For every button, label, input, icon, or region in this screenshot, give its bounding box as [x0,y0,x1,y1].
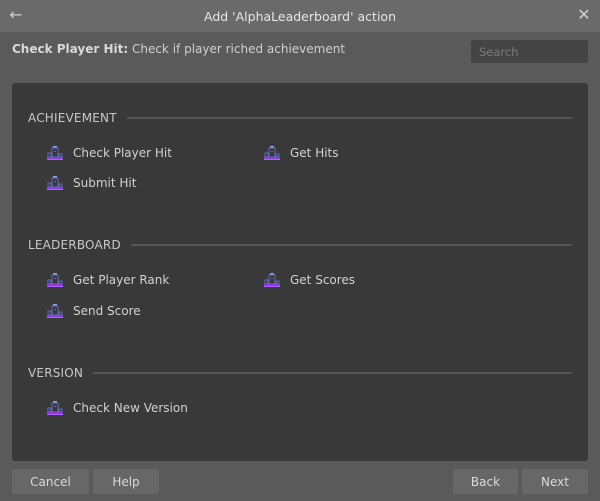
action-item-submit-hit[interactable]: Submit Hit [46,175,136,191]
leaderboard-podium-icon [263,145,281,161]
cancel-button[interactable]: Cancel [12,469,89,494]
leaderboard-podium-icon [46,400,64,416]
action-item-label: Submit Hit [73,176,137,190]
action-item-label: Check Player Hit [73,146,172,160]
section-header-achievement: ACHIEVEMENT [28,111,572,125]
leaderboard-podium-icon [263,272,281,288]
section-divider [93,372,572,374]
section-title: VERSION [28,366,84,380]
section-header-leaderboard: LEADERBOARD [28,238,572,252]
action-item-label: Get Player Rank [73,273,170,287]
action-description-text: Check if player riched achievement [128,42,346,56]
action-name: Check Player Hit: [12,42,129,56]
help-button[interactable]: Help [93,469,159,494]
action-description: Check Player Hit: Check if player riched… [12,42,345,56]
leaderboard-podium-icon [46,145,64,161]
action-item-check-player-hit[interactable]: Check Player Hit [46,145,172,161]
section-divider [130,244,572,246]
dialog-title: Add 'AlphaLeaderboard' action [204,8,396,24]
action-item-label: Get Scores [290,273,356,287]
section-title: LEADERBOARD [28,238,121,252]
leaderboard-podium-icon [46,175,64,191]
action-item-get-player-rank[interactable]: Get Player Rank [46,272,169,288]
back-button[interactable]: Back [453,469,518,494]
action-item-label: Check New Version [73,401,188,415]
action-item-get-scores[interactable]: Get Scores [263,272,355,288]
action-item-label: Get Hits [290,146,339,160]
close-button[interactable]: ✕ [574,5,594,25]
section-title: ACHIEVEMENT [28,111,117,125]
actions-panel: ACHIEVEMENT Check Player Hit Get Hits Su… [12,83,588,461]
action-item-send-score[interactable]: Send Score [46,303,141,319]
close-icon: ✕ [577,5,591,24]
dialog-titlebar: ← Add 'AlphaLeaderboard' action ✕ [0,0,600,32]
action-item-check-new-version[interactable]: Check New Version [46,400,188,416]
action-item-label: Send Score [73,304,141,318]
action-item-get-hits[interactable]: Get Hits [263,145,339,161]
section-divider [126,117,572,119]
section-header-version: VERSION [28,366,572,380]
arrow-left-icon: ← [9,5,23,24]
leaderboard-podium-icon [46,272,64,288]
next-button[interactable]: Next [522,469,588,494]
back-arrow-button[interactable]: ← [6,5,26,25]
leaderboard-podium-icon [46,303,64,319]
search-input[interactable] [471,40,588,63]
